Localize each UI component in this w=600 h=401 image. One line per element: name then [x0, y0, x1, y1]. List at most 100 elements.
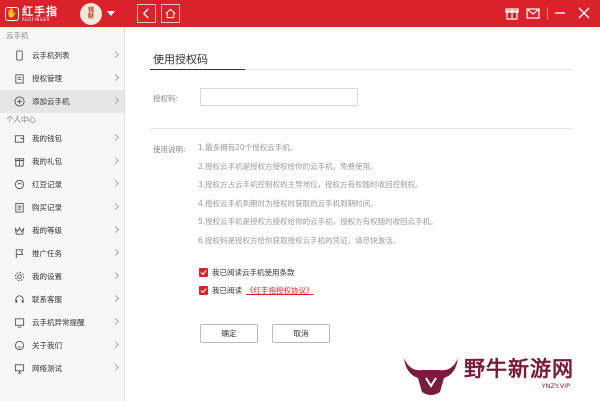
purchase-record-icon	[14, 202, 25, 213]
section-divider	[150, 128, 573, 129]
checkmark-icon	[200, 270, 207, 276]
wallet-icon	[14, 133, 25, 144]
top-bar: ✋ 红手指 REDFINGER 钱 财	[0, 0, 600, 27]
instruction-item: 6.授权码是授权方给你获取授权云手机的凭证，请尽快激活。	[198, 235, 401, 245]
instruction-item: 5.授权云手机是授权方授权给你的云手机，授权方有权随时收回云手机。	[198, 217, 438, 226]
logo-icon: ✋	[5, 6, 19, 21]
watermark-url: YNZY.VIP	[541, 382, 570, 390]
sidebar-item-label: 购买记录	[32, 203, 62, 212]
sidebar-item-label: 推广任务	[32, 249, 62, 258]
avatar-text-bottom: 财	[87, 12, 94, 20]
cancel-button[interactable]: 取消	[272, 324, 330, 343]
chevron-right-icon	[111, 271, 120, 280]
sidebar-item-purchase-record[interactable]: 购买记录	[0, 196, 124, 219]
agreement-checkbox-row[interactable]: 我已阅读 《红手指授权协议》	[199, 285, 314, 296]
smile-icon	[14, 340, 25, 351]
authorization-agreement-link[interactable]: 《红手指授权协议》	[246, 285, 314, 296]
chevron-right-icon	[111, 96, 120, 105]
bean-icon	[14, 179, 25, 190]
chevron-right-icon	[111, 156, 120, 165]
sidebar-item-settings[interactable]: 我的设置	[0, 265, 124, 288]
chevron-right-icon	[111, 294, 120, 303]
add-circle-icon	[14, 96, 25, 107]
chevron-right-icon	[111, 363, 120, 372]
customer-service-icon	[14, 294, 25, 305]
auth-code-label: 授权码:	[153, 94, 179, 103]
sidebar-item-level[interactable]: 我的等级	[0, 219, 124, 242]
sidebar-item-customer-service[interactable]: 联系客服	[0, 288, 124, 311]
sidebar-item-label: 我的等级	[32, 226, 62, 235]
agreement-checkbox[interactable]	[199, 286, 208, 295]
instruction-item: 2.授权云手机是授权方授权给你的云手机，免费使用。	[198, 161, 378, 171]
gift-box-icon[interactable]	[505, 6, 519, 20]
sidebar-item-promotion-task[interactable]: 推广任务	[0, 242, 124, 265]
alert-icon	[14, 317, 25, 328]
minimize-icon[interactable]	[553, 6, 567, 20]
chevron-right-icon	[111, 73, 120, 82]
chevron-right-icon	[111, 317, 120, 326]
chevron-right-icon	[111, 179, 120, 188]
terms-checkbox-label: 我已阅读云手机使用条款	[212, 268, 295, 277]
instructions-list: 1.最多拥有20个授权云手机。 2.授权云手机是授权方授权给你的云手机，免费使用…	[198, 139, 438, 250]
account-dropdown-icon[interactable]	[107, 11, 115, 16]
instruction-item: 4.授权云手机到期时为授权时获取的云手机到期时间。	[198, 198, 378, 208]
checkmark-icon	[200, 288, 207, 294]
sidebar-item-label: 我的设置	[32, 272, 62, 281]
sidebar-item-label: 联系客服	[32, 295, 62, 304]
chevron-right-icon	[111, 248, 120, 257]
sidebar-item-wallet[interactable]: 我的钱包	[0, 127, 124, 150]
avatar[interactable]: 钱 财	[80, 2, 102, 25]
confirm-button[interactable]: 确定	[200, 324, 258, 343]
close-icon[interactable]	[577, 6, 591, 20]
sidebar-item-label: 我的钱包	[32, 134, 62, 143]
sidebar-item-network-test[interactable]: 网络测试	[0, 357, 124, 380]
terms-checkbox-row[interactable]: 我已阅读云手机使用条款	[199, 267, 295, 278]
sidebar-item-label: 关于我们	[32, 341, 62, 350]
logo-title: 红手指	[22, 4, 58, 18]
home-icon	[165, 8, 176, 19]
chevron-right-icon	[111, 225, 120, 234]
chevron-left-icon	[142, 8, 149, 19]
chevron-right-icon	[111, 202, 120, 211]
network-test-icon	[14, 363, 25, 374]
main-panel: 使用授权码 授权码: 使用说明: 1.最多拥有20个授权云手机。 2.授权云手机…	[126, 27, 600, 401]
gear-icon	[14, 271, 25, 282]
authorize-icon	[14, 73, 25, 84]
terms-checkbox[interactable]	[199, 268, 208, 277]
phone-icon	[14, 50, 25, 61]
instruction-item: 1.最多拥有20个授权云手机。	[198, 143, 298, 152]
watermark: 野牛新游网 YNZY.VIP	[400, 348, 600, 401]
auth-code-input[interactable]	[200, 88, 358, 106]
sidebar-section-cloud: 云手机	[6, 31, 29, 40]
sidebar-item-label: 云手机异常提醒	[32, 318, 85, 327]
bull-logo-icon	[404, 357, 458, 395]
sidebar-item-bean-record[interactable]: 红豆记录	[0, 173, 124, 196]
flag-icon	[14, 248, 25, 259]
sidebar-item-authorize-manage[interactable]: 授权管理	[0, 67, 124, 90]
sidebar-item-cloud-phone-list[interactable]: 云手机列表	[0, 44, 124, 67]
sidebar-item-exception-alert[interactable]: 云手机异常提醒	[0, 311, 124, 334]
logo-subtitle: REDFINGER	[22, 16, 50, 22]
sidebar-item-gift[interactable]: 我的礼包	[0, 150, 124, 173]
sidebar-item-label: 我的礼包	[32, 157, 62, 166]
gift-icon	[14, 156, 25, 167]
sidebar-item-about-us[interactable]: 关于我们	[0, 334, 124, 357]
back-button[interactable]	[137, 4, 156, 23]
watermark-title: 野牛新游网	[464, 357, 574, 381]
chevron-right-icon	[111, 340, 120, 349]
agreement-checkbox-label: 我已阅读	[212, 286, 242, 295]
top-separator	[547, 7, 548, 20]
title-underline	[150, 69, 245, 70]
sidebar: 云手机 云手机列表 授权管理 添加云手机 个人中心 我的钱包 我的礼包 红豆记录…	[0, 27, 125, 401]
chevron-right-icon	[111, 50, 120, 59]
home-button[interactable]	[161, 4, 180, 23]
crown-icon	[14, 225, 25, 236]
mail-icon[interactable]	[526, 6, 540, 20]
sidebar-section-personal: 个人中心	[6, 115, 36, 124]
sidebar-item-label: 云手机列表	[32, 51, 70, 60]
sidebar-item-add-cloud-phone[interactable]: 添加云手机	[0, 90, 124, 113]
chevron-right-icon	[111, 133, 120, 142]
sidebar-item-label: 添加云手机	[32, 97, 70, 106]
instruction-item: 3.授权方占云手机控制权的主导地位，授权方有权随时收回控制权。	[198, 180, 423, 189]
page-title: 使用授权码	[153, 53, 208, 66]
